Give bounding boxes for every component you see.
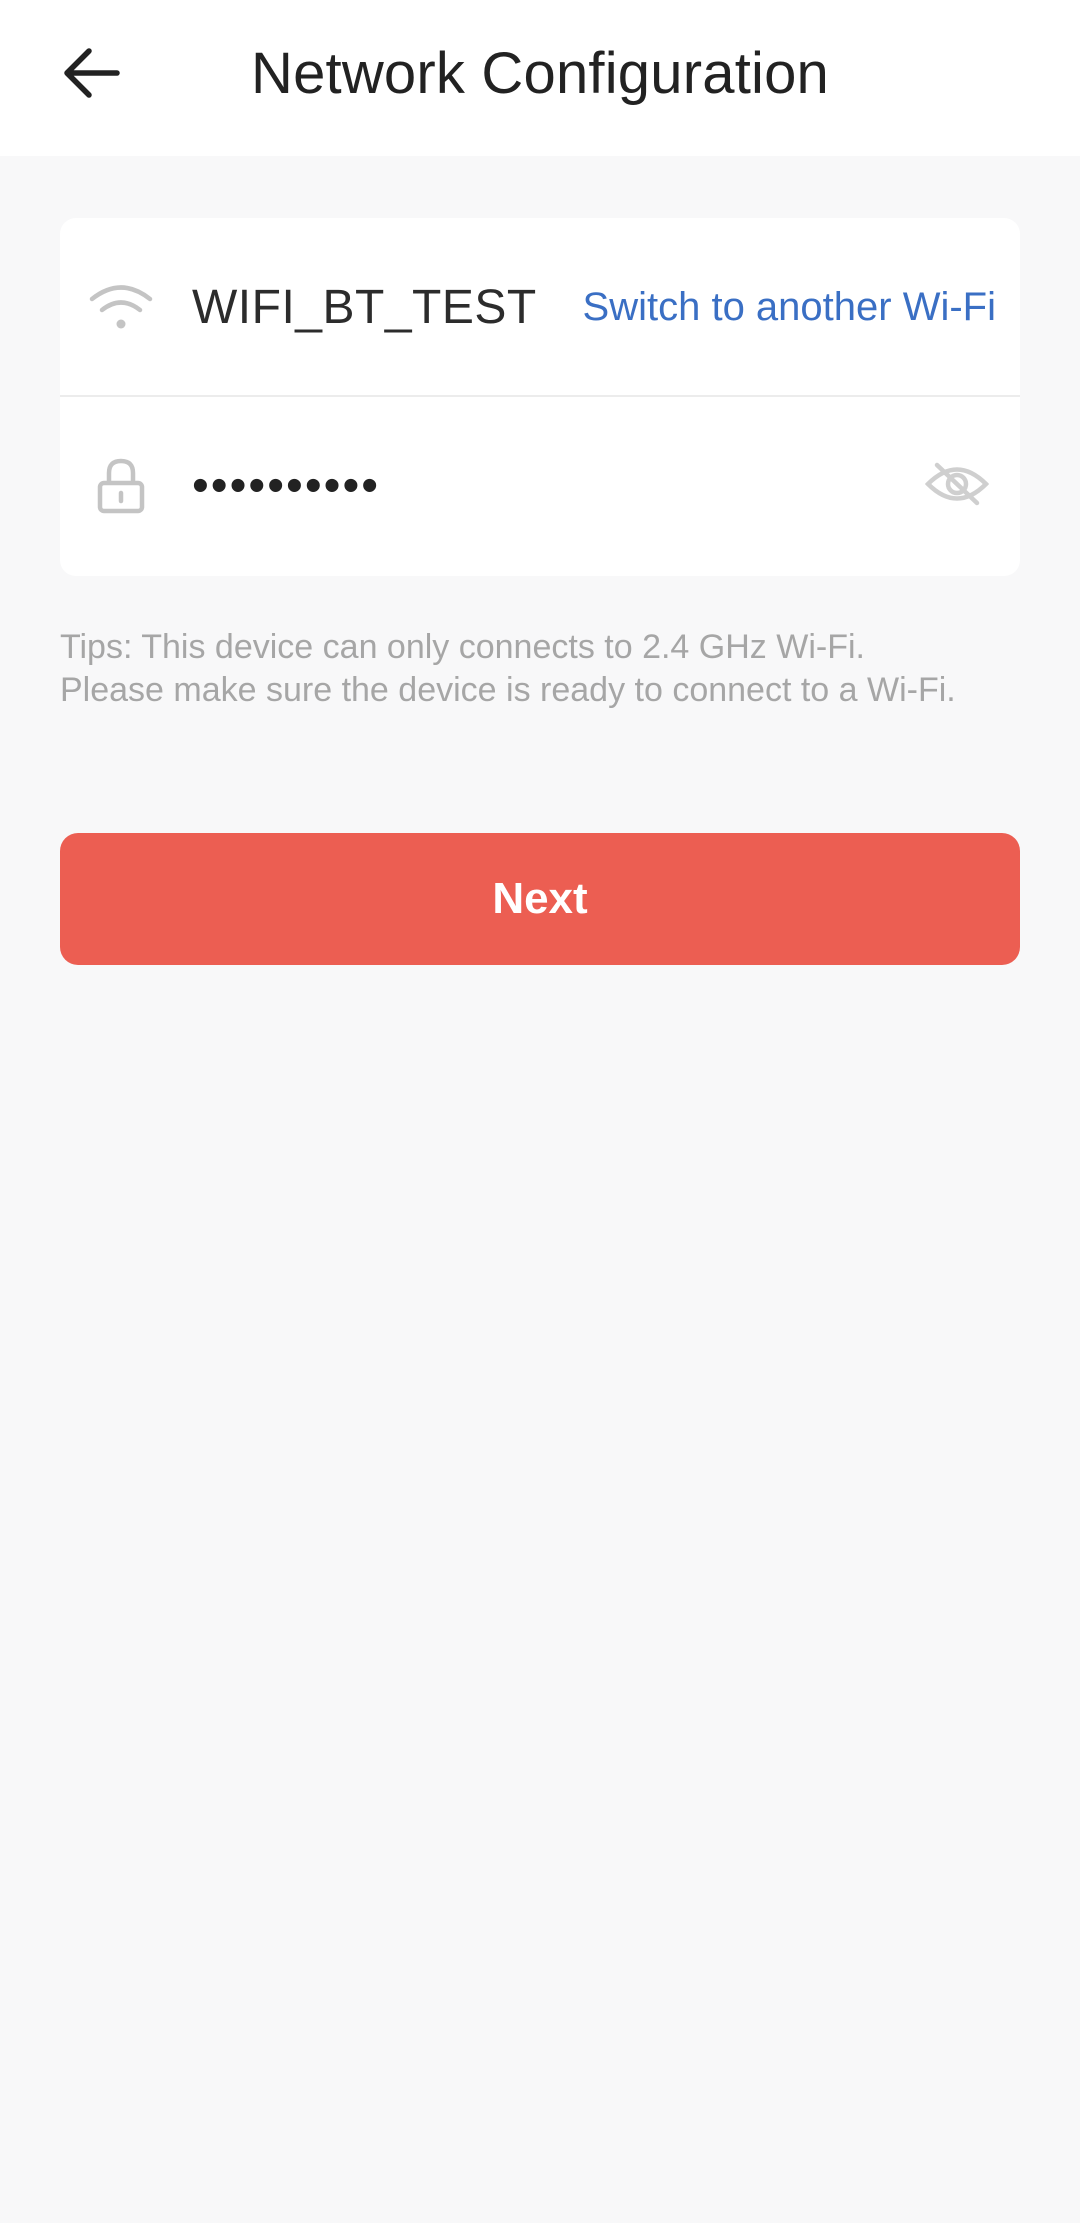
eye-slash-icon: [924, 461, 990, 512]
next-button[interactable]: Next: [60, 833, 1020, 965]
wifi-ssid: WIFI_BT_TEST: [192, 280, 537, 334]
tips-line-2: Please make sure the device is ready to …: [60, 671, 956, 709]
switch-wifi-link[interactable]: Switch to another Wi-Fi: [583, 285, 996, 330]
wifi-icon: [88, 274, 154, 340]
page-title: Network Configuration: [250, 41, 830, 106]
tips-text: Tips: This device can only connects to 2…: [60, 626, 1040, 712]
toggle-password-visibility-button[interactable]: [920, 456, 994, 516]
lock-icon: [88, 453, 154, 519]
password-field[interactable]: [192, 458, 792, 514]
wifi-row: WIFI_BT_TEST Switch to another Wi-Fi: [60, 218, 1020, 396]
tips-line-1: Tips: This device can only connects to 2…: [60, 628, 865, 666]
top-app-bar: Network Configuration: [0, 0, 1080, 156]
wifi-credentials-card: WIFI_BT_TEST Switch to another Wi-Fi: [60, 218, 1020, 576]
password-row: [60, 397, 1020, 575]
